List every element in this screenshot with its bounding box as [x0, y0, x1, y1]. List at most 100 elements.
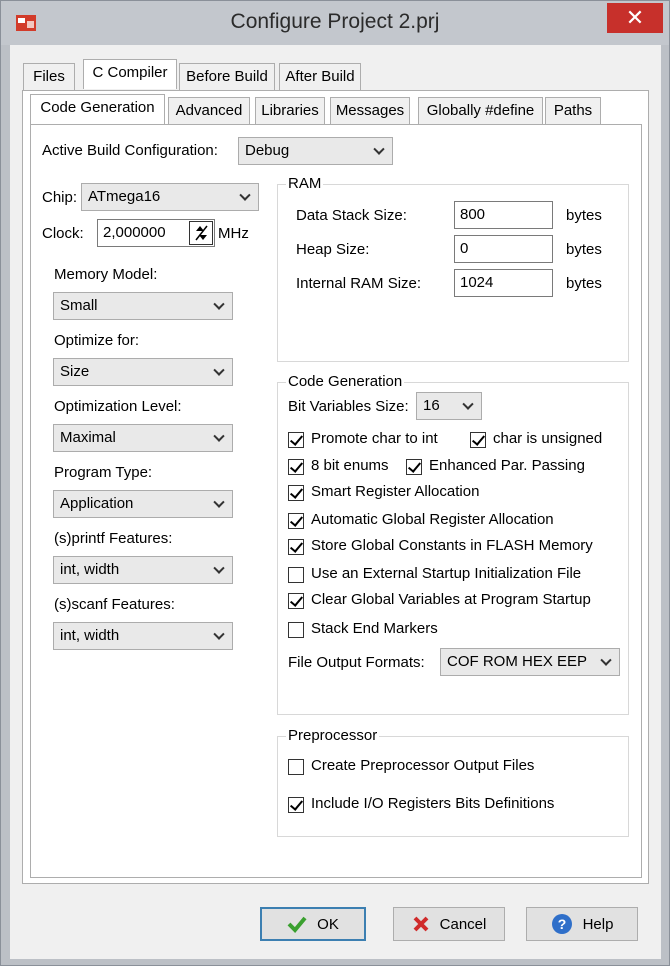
optimize-for-label: Optimize for:: [54, 332, 140, 349]
cancel-label: Cancel: [439, 915, 487, 933]
ram-group: RAM Data Stack Size: 800 bytes Heap Size…: [277, 175, 629, 362]
tab-globally-define[interactable]: Globally #define: [418, 97, 543, 124]
bit-enums-checkbox[interactable]: [288, 459, 304, 475]
cancel-button[interactable]: Cancel: [393, 907, 505, 941]
chevron-down-icon: [600, 654, 612, 666]
scanf-features-value: int, width: [60, 627, 120, 644]
chevron-down-icon: [213, 364, 225, 376]
active-build-select[interactable]: Debug: [238, 137, 393, 165]
smart-register-label: Smart Register Allocation: [311, 483, 480, 500]
memory-model-value: Small: [60, 297, 98, 314]
help-label: Help: [582, 915, 614, 933]
code-generation-group: Code Generation Bit Variables Size: 16 P…: [277, 373, 629, 715]
data-stack-label: Data Stack Size:: [296, 207, 407, 224]
chevron-down-icon: [239, 189, 251, 201]
preprocessor-output-checkbox[interactable]: [288, 759, 304, 775]
chevron-down-icon: [462, 398, 474, 410]
auto-global-register-label: Automatic Global Register Allocation: [311, 511, 554, 528]
svg-text:?: ?: [557, 916, 566, 932]
enhanced-par-label: Enhanced Par. Passing: [429, 457, 585, 474]
scanf-features-select[interactable]: int, width: [53, 622, 233, 650]
tab-c-compiler[interactable]: C Compiler: [83, 59, 177, 89]
chip-select[interactable]: ATmega16: [81, 183, 259, 211]
program-type-value: Application: [60, 495, 134, 512]
enhanced-par-checkbox[interactable]: [406, 459, 422, 475]
heap-size-label: Heap Size:: [296, 241, 370, 258]
memory-model-label: Memory Model:: [54, 266, 158, 283]
chip-value: ATmega16: [88, 188, 161, 205]
promote-char-checkbox[interactable]: [288, 432, 304, 448]
memory-model-select[interactable]: Small: [53, 292, 233, 320]
smart-register-checkbox[interactable]: [288, 485, 304, 501]
optimize-for-select[interactable]: Size: [53, 358, 233, 386]
data-stack-unit: bytes: [566, 207, 602, 224]
code-generation-pane: Active Build Configuration: Debug Chip: …: [30, 124, 642, 878]
tab-messages[interactable]: Messages: [330, 97, 410, 124]
internal-ram-value: 1024: [460, 274, 494, 291]
char-unsigned-label: char is unsigned: [493, 430, 603, 447]
file-output-value: COF ROM HEX EEP: [447, 653, 588, 670]
program-type-label: Program Type:: [54, 464, 153, 481]
bit-enums-label: 8 bit enums: [311, 457, 389, 474]
external-startup-label: Use an External Startup Initialization F…: [311, 565, 582, 582]
store-constants-flash-checkbox[interactable]: [288, 539, 304, 555]
active-build-label: Active Build Configuration:: [42, 142, 218, 159]
printf-features-select[interactable]: int, width: [53, 556, 233, 584]
program-type-select[interactable]: Application: [53, 490, 233, 518]
io-registers-checkbox[interactable]: [288, 797, 304, 813]
data-stack-value: 800: [460, 206, 486, 223]
clear-globals-label: Clear Global Variables at Program Startu…: [311, 591, 591, 608]
tab-code-generation[interactable]: Code Generation: [30, 94, 165, 124]
title-bar: Configure Project 2.prj ✕: [1, 1, 669, 45]
file-output-select[interactable]: COF ROM HEX EEP: [440, 648, 620, 676]
preprocessor-output-label: Create Preprocessor Output Files: [311, 757, 535, 774]
heap-size-value: 0: [460, 240, 469, 257]
tab-before-build[interactable]: Before Build: [179, 63, 275, 90]
file-output-label: File Output Formats:: [288, 654, 425, 671]
ok-button[interactable]: OK: [260, 907, 366, 941]
ram-group-title: RAM: [286, 175, 324, 192]
clock-value: 2,000000: [103, 224, 166, 241]
cancel-x-icon: [413, 916, 429, 932]
internal-ram-input[interactable]: 1024: [454, 269, 553, 297]
chevron-down-icon: [373, 143, 385, 155]
optimize-for-value: Size: [60, 363, 90, 380]
bit-variables-value: 16: [423, 397, 440, 414]
tab-libraries[interactable]: Libraries: [255, 97, 325, 124]
clock-spinner[interactable]: [189, 221, 213, 245]
chevron-down-icon: [213, 562, 225, 574]
heap-size-input[interactable]: 0: [454, 235, 553, 263]
clear-globals-checkbox[interactable]: [288, 593, 304, 609]
bit-variables-select[interactable]: 16: [416, 392, 482, 420]
clock-unit: MHz: [218, 225, 249, 242]
tab-advanced[interactable]: Advanced: [168, 97, 250, 124]
external-startup-checkbox[interactable]: [288, 567, 304, 583]
stack-end-markers-checkbox[interactable]: [288, 622, 304, 638]
data-stack-input[interactable]: 800: [454, 201, 553, 229]
tab-paths[interactable]: Paths: [545, 97, 601, 124]
optimization-level-value: Maximal: [60, 429, 116, 446]
tab-files[interactable]: Files: [23, 63, 75, 90]
preprocessor-group: Preprocessor Create Preprocessor Output …: [277, 727, 629, 837]
promote-char-label: Promote char to int: [311, 430, 438, 447]
window-title: Configure Project 2.prj: [230, 10, 440, 33]
chevron-down-icon: [213, 430, 225, 442]
close-button[interactable]: ✕: [607, 3, 663, 33]
help-button[interactable]: ? Help: [526, 907, 638, 941]
chevron-down-icon: [213, 628, 225, 640]
printf-features-label: (s)printf Features:: [54, 530, 173, 547]
chevron-down-icon: [213, 496, 225, 508]
stack-end-markers-label: Stack End Markers: [311, 620, 438, 637]
preprocessor-group-title: Preprocessor: [286, 727, 380, 744]
io-registers-label: Include I/O Registers Bits Definitions: [311, 795, 555, 812]
code-generation-group-title: Code Generation: [286, 373, 405, 390]
char-unsigned-checkbox[interactable]: [470, 432, 486, 448]
optimization-level-select[interactable]: Maximal: [53, 424, 233, 452]
auto-global-register-checkbox[interactable]: [288, 513, 304, 529]
ok-label: OK: [317, 915, 339, 933]
internal-ram-label: Internal RAM Size:: [296, 275, 422, 292]
printf-features-value: int, width: [60, 561, 120, 578]
heap-size-unit: bytes: [566, 241, 602, 258]
tab-after-build[interactable]: After Build: [279, 63, 361, 90]
dialog-client-area: Files C Compiler Before Build After Buil…: [10, 45, 661, 959]
